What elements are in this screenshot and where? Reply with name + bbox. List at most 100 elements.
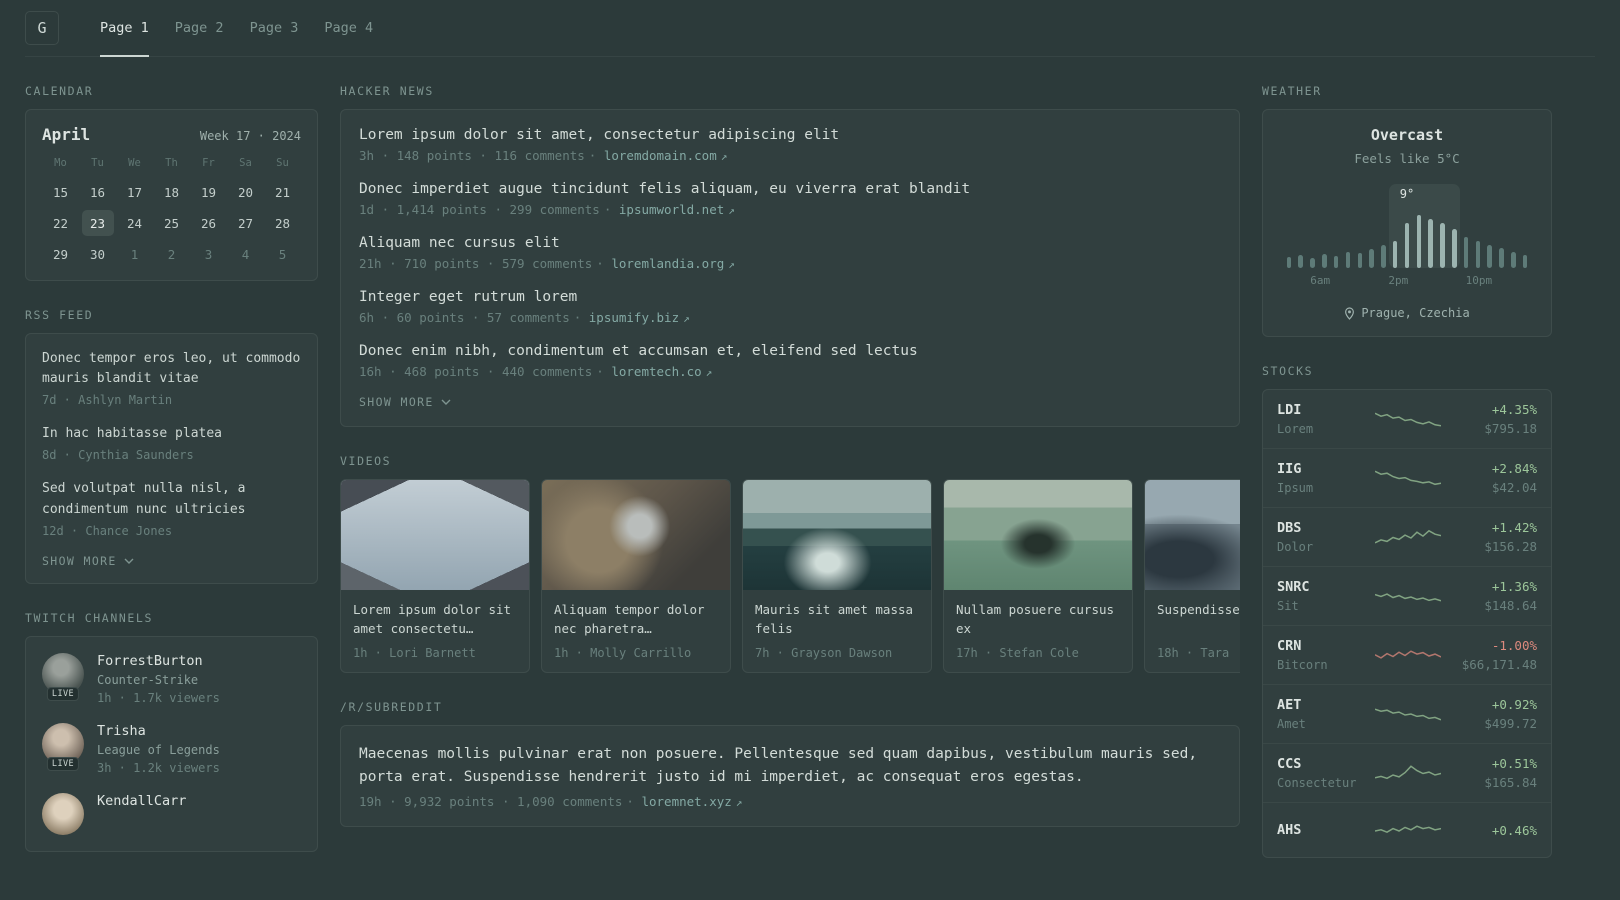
stock-id: LDI Lorem	[1277, 402, 1365, 436]
channel-info: KendallCarr	[97, 793, 186, 809]
channel-name[interactable]: Trisha	[97, 723, 220, 739]
rss-item: In hac habitasse platea 8d · Cynthia Sau…	[42, 424, 301, 462]
weekday-label: We	[128, 157, 141, 169]
stock-row[interactable]: LDI Lorem +4.35% $795.18	[1263, 390, 1551, 448]
channel-name[interactable]: KendallCarr	[97, 793, 186, 809]
video-card[interactable]: Mauris sit amet massa felis 7h · Grayson…	[742, 479, 932, 673]
video-card[interactable]: Nullam posuere cursus ex 17h · Stefan Co…	[943, 479, 1133, 673]
stock-name: Dolor	[1277, 540, 1314, 554]
channel-info: ForrestBurton Counter-Strike 1h · 1.7k v…	[97, 653, 220, 705]
hn-item-domain[interactable]: loremlandia.org↗	[596, 256, 735, 271]
post-domain[interactable]: loremnet.xyz↗	[626, 794, 742, 809]
video-body: Aliquam tempor dolor nec pharetra… 1h · …	[542, 590, 730, 672]
tab-page-1[interactable]: Page 1	[87, 0, 162, 57]
hn-item-title[interactable]: Integer eget rutrum lorem	[359, 289, 1221, 305]
stock-id: CRN Bitcorn	[1277, 638, 1365, 672]
twitch-channel[interactable]: LIVE Trisha League of Legends 3h · 1.2k …	[42, 722, 301, 775]
hn-item-title[interactable]: Donec imperdiet augue tincidunt felis al…	[359, 181, 1221, 197]
rss-item-title[interactable]: Donec tempor eros leo, ut commodo mauris…	[42, 349, 301, 389]
subreddit-post: Maecenas mollis pulvinar erat non posuer…	[359, 743, 1221, 809]
tab-page-4[interactable]: Page 4	[311, 0, 386, 56]
calendar-day-next-month: 5	[278, 246, 287, 262]
stock-symbol: AET	[1277, 697, 1302, 713]
calendar-day: 18	[163, 184, 180, 200]
hn-item-domain[interactable]: loremdomain.com↗	[589, 148, 728, 163]
hn-item: Donec imperdiet augue tincidunt felis al…	[359, 181, 1221, 217]
hn-item-title[interactable]: Lorem ipsum dolor sit amet, consectetur …	[359, 127, 1221, 143]
channel-name[interactable]: ForrestBurton	[97, 653, 220, 669]
calendar-day: 28	[274, 215, 291, 231]
twitch-widget: LIVE ForrestBurton Counter-Strike 1h · 1…	[25, 635, 318, 852]
show-more-label: SHOW MORE	[359, 395, 434, 409]
stock-symbol: LDI	[1277, 402, 1302, 418]
stock-row[interactable]: CRN Bitcorn -1.00% $66,171.48	[1263, 625, 1551, 684]
avatar	[42, 792, 84, 835]
hn-item-title[interactable]: Aliquam nec cursus elit	[359, 235, 1221, 251]
stock-row[interactable]: IIG Ipsum +2.84% $42.04	[1263, 448, 1551, 507]
rss-item: Donec tempor eros leo, ut commodo mauris…	[42, 349, 301, 407]
top-nav: G Page 1 Page 2 Page 3 Page 4	[25, 0, 1595, 57]
tab-page-3[interactable]: Page 3	[237, 0, 312, 56]
hn-item-domain[interactable]: ipsumworld.net↗	[604, 202, 735, 217]
chevron-down-icon	[124, 558, 134, 564]
calendar-day: 22	[52, 215, 69, 231]
video-thumbnail	[743, 480, 931, 590]
stock-sparkline	[1375, 581, 1441, 611]
stock-change: +1.36%	[1491, 579, 1537, 594]
video-card[interactable]: Aliquam tempor dolor nec pharetra… 1h · …	[541, 479, 731, 673]
stock-values: +1.42% $156.28	[1451, 520, 1537, 554]
video-title[interactable]: Aliquam tempor dolor nec pharetra…	[554, 600, 718, 639]
stock-row[interactable]: AHS +0.46%	[1263, 802, 1551, 857]
stock-values: +0.92% $499.72	[1451, 697, 1537, 731]
weather-bar	[1448, 184, 1461, 268]
stock-price: $42.04	[1491, 480, 1537, 495]
video-title[interactable]: Nullam posuere cursus ex	[956, 600, 1120, 639]
video-card[interactable]: Lorem ipsum dolor sit amet consectetu… 1…	[340, 479, 530, 673]
domain-text: loremdomain.com	[603, 148, 717, 163]
post-text[interactable]: Maecenas mollis pulvinar erat non posuer…	[359, 743, 1221, 789]
map-pin-icon	[1344, 306, 1355, 320]
video-card[interactable]: Suspendisse diam 18h · Tara	[1144, 479, 1240, 673]
domain-text: ipsumify.biz	[588, 310, 680, 325]
rss-item-title[interactable]: Sed volutpat nulla nisl, a condimentum n…	[42, 479, 301, 519]
hn-item-meta: 1d · 1,414 points · 299 comments ipsumwor…	[359, 202, 1221, 217]
stock-row[interactable]: SNRC Sit +1.36% $148.64	[1263, 566, 1551, 625]
video-title[interactable]: Mauris sit amet massa felis	[755, 600, 919, 639]
external-link-icon: ↗	[728, 258, 735, 271]
calendar-day: 20	[237, 184, 254, 200]
hn-section-label: HACKER NEWS	[340, 84, 434, 98]
tab-page-2[interactable]: Page 2	[162, 0, 237, 56]
stock-row[interactable]: CCS Consectetur +0.51% $165.84	[1263, 743, 1551, 802]
hn-item-title[interactable]: Donec enim nibh, condimentum et accumsan…	[359, 343, 1221, 359]
weather-bar	[1366, 184, 1378, 268]
video-body: Nullam posuere cursus ex 17h · Stefan Co…	[944, 590, 1132, 672]
rss-item-title[interactable]: In hac habitasse platea	[42, 424, 301, 444]
rss-show-more-button[interactable]: SHOW MORE	[42, 554, 301, 568]
twitch-section-label: TWITCH CHANNELS	[25, 610, 154, 625]
video-thumbnail	[341, 480, 529, 590]
app-logo[interactable]: G	[25, 11, 59, 45]
stock-price: $165.84	[1484, 775, 1537, 790]
twitch-channel[interactable]: LIVE ForrestBurton Counter-Strike 1h · 1…	[42, 652, 301, 705]
video-title[interactable]: Suspendisse diam	[1157, 600, 1240, 639]
video-title[interactable]: Lorem ipsum dolor sit amet consectetu…	[353, 600, 517, 639]
show-more-label: SHOW MORE	[42, 553, 117, 568]
stock-row[interactable]: AET Amet +0.92% $499.72	[1263, 684, 1551, 743]
stock-row[interactable]: DBS Dolor +1.42% $156.28	[1263, 507, 1551, 566]
hn-show-more-button[interactable]: SHOW MORE	[359, 395, 1221, 409]
weather-bar	[1318, 184, 1330, 268]
weather-temp-label: 9°	[1399, 187, 1415, 201]
stock-values: +4.35% $795.18	[1451, 402, 1537, 436]
stock-symbol: AHS	[1277, 822, 1302, 838]
stock-id: AET Amet	[1277, 697, 1365, 731]
hn-item-domain[interactable]: ipsumify.biz↗	[574, 310, 690, 325]
stock-symbol: IIG	[1277, 461, 1302, 477]
avatar-wrap	[42, 792, 84, 835]
video-meta: 1h · Molly Carrillo	[554, 646, 692, 660]
hn-item-domain[interactable]: loremtech.co↗	[596, 364, 712, 379]
twitch-channel[interactable]: KendallCarr	[42, 792, 301, 835]
domain-text: ipsumworld.net	[618, 202, 725, 217]
stock-name: Ipsum	[1277, 481, 1314, 495]
weather-widget: Overcast Feels like 5°C 9° 6am 2pm 10pm …	[1262, 109, 1552, 337]
stock-values: +0.46%	[1451, 823, 1537, 838]
